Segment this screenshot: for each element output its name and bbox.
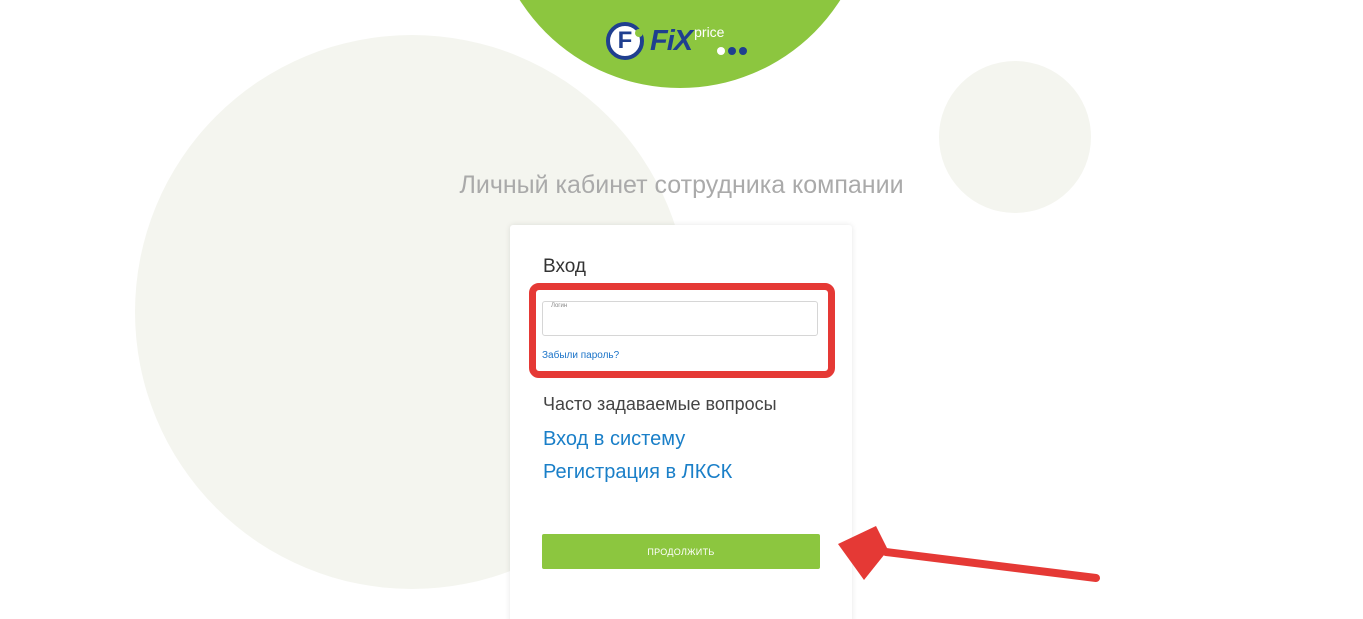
page-title: Личный кабинет сотрудника компании	[459, 171, 904, 199]
logo-price-text: price	[694, 24, 725, 40]
login-input[interactable]	[549, 314, 813, 334]
faq-link-registration[interactable]: Регистрация в ЛКСК	[543, 461, 732, 484]
faq-link-login[interactable]: Вход в систему	[543, 428, 685, 451]
forgot-password-link[interactable]: Забыли пароль?	[542, 350, 619, 361]
logo-badge-icon: F	[606, 22, 644, 60]
page: F FiX price Личный кабинет сотрудника ко…	[0, 0, 1363, 619]
fix-price-logo[interactable]: F FiX price	[606, 18, 758, 64]
logo-fix-text: FiX	[650, 24, 693, 57]
login-heading: Вход	[543, 256, 586, 277]
faq-title: Часто задаваемые вопросы	[543, 394, 777, 414]
login-card: Вход Логин Забыли пароль? Часто задаваем…	[510, 225, 852, 619]
logo-letter: F	[617, 27, 633, 54]
login-field-label: Логин	[551, 303, 568, 309]
continue-button[interactable]: ПРОДОЛЖИТЬ	[542, 534, 820, 569]
annotation-arrow-icon	[838, 526, 1100, 582]
login-field[interactable]: Логин	[542, 301, 818, 336]
logo-dots-icon	[717, 47, 747, 55]
